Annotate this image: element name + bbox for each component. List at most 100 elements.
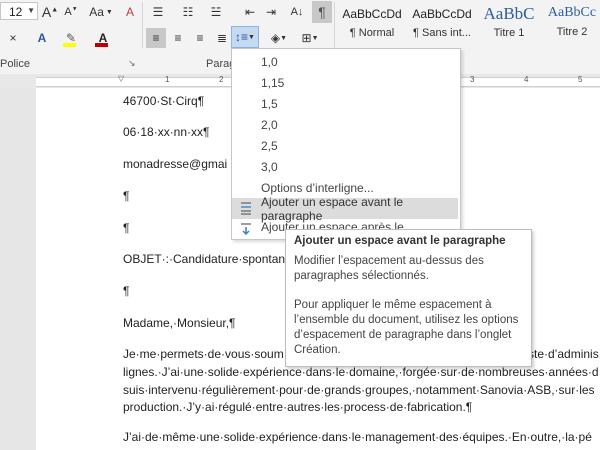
grow-font-icon: A▲	[41, 4, 59, 20]
menu-item-label: 1,5	[261, 96, 278, 111]
ruler-tick: 3	[470, 75, 475, 84]
align-center-icon: ≡	[174, 31, 182, 45]
style-sans-interligne[interactable]: AaBbCcDd ¶ Sans int...	[408, 2, 476, 46]
doc-line: 46700·St·Cirq¶	[123, 94, 205, 108]
ruler-tick: 5	[578, 75, 583, 84]
menu-item-label: 2,5	[261, 138, 278, 153]
menu-item-label: 3,0	[261, 159, 278, 174]
paint-bucket-icon: ◈	[270, 31, 281, 45]
tooltip-body-line: d’espacement de paragraphe dans l’onglet	[294, 329, 512, 341]
close-icon[interactable]: ×	[6, 28, 20, 48]
doc-line: suis·intervenu·régulièrement·pour·de·gra…	[123, 383, 595, 397]
menu-item-2-0[interactable]: 2,0	[232, 114, 458, 135]
tooltip-body-line: Pour appliquer le même espacement à	[294, 299, 492, 311]
chevron-down-icon: ▼	[248, 33, 255, 41]
doc-line-tail: ste·d’adminis	[528, 347, 599, 361]
borders-icon: ⊞	[301, 31, 312, 45]
doc-line: 06·18·xx·nn·xx¶	[123, 125, 210, 139]
menu-item-label: 1,0	[261, 54, 278, 69]
numbering-icon: ☷	[182, 5, 194, 19]
style-name: Titre 2	[556, 26, 588, 38]
space-after-icon	[238, 222, 254, 236]
justify-button[interactable]: ≣	[212, 28, 232, 48]
group-label-police: Police	[0, 58, 30, 70]
ruler-tick: 4	[524, 75, 529, 84]
menu-item-label: 2,0	[261, 117, 278, 132]
shrink-font-icon: A▼	[64, 6, 78, 18]
tooltip-desc-line: Modifier l’espacement au-dessus des	[294, 255, 484, 267]
menu-item-1-15[interactable]: 1,15	[232, 72, 458, 93]
font-color-bar	[95, 43, 108, 47]
align-left-button[interactable]: ≡	[146, 28, 166, 48]
menu-item-add-before[interactable]: Ajouter un espace avant le paragraphe	[232, 195, 458, 223]
align-right-button[interactable]: ≡	[190, 28, 210, 48]
justify-icon: ≣	[216, 31, 228, 45]
borders-button[interactable]: ⊞ ▼	[296, 28, 324, 48]
pilcrow-icon: ¶	[318, 4, 326, 20]
text-effects-icon: A	[37, 31, 47, 45]
tooltip: Ajouter un espace avant le paragraphe Mo…	[285, 229, 532, 367]
highlight-button[interactable]: ✎	[58, 28, 84, 48]
style-titre-2[interactable]: AaBbCc Titre 2	[544, 2, 600, 46]
chevron-down-icon: ▼	[27, 6, 35, 15]
doc-line: ¶	[123, 284, 130, 298]
style-sample: AaBbCc	[547, 5, 597, 20]
style-name: Titre 1	[493, 27, 525, 39]
menu-item-label: 1,15	[261, 75, 285, 90]
doc-line: monadresse@gmai	[123, 157, 228, 171]
change-case-button[interactable]: Aa ▼	[86, 2, 116, 22]
align-right-icon: ≡	[196, 31, 204, 45]
show-marks-button[interactable]: ¶	[312, 1, 332, 23]
align-center-button[interactable]: ≡	[168, 28, 188, 48]
align-left-icon: ≡	[152, 31, 160, 45]
chevron-down-icon: ▼	[105, 8, 113, 16]
menu-item-label: Options d’interligne...	[261, 180, 374, 195]
doc-line: Je·me·permets·de·vous·soum	[123, 347, 284, 361]
change-case-label: Aa	[89, 5, 104, 19]
menu-item-1-5[interactable]: 1,5	[232, 93, 458, 114]
menu-item-2-5[interactable]: 2,5	[232, 135, 458, 156]
numbering-button[interactable]: ☷	[176, 2, 200, 22]
style-titre-1[interactable]: AaBbC Titre 1	[476, 2, 542, 46]
bullets-icon: ☰	[152, 5, 164, 19]
dialog-launcher-icon[interactable]: ↘	[128, 58, 136, 69]
ruler-tick: 2	[219, 75, 224, 84]
clear-format-icon: A	[125, 5, 134, 19]
line-spacing-button[interactable]: ↕≡ ▼	[231, 26, 259, 48]
decrease-indent-button[interactable]: ⇤	[240, 2, 260, 22]
sort-icon: A↓	[290, 6, 304, 18]
tooltip-desc-line: paragraphes sélectionnés.	[294, 270, 429, 282]
tooltip-body-line: Création.	[294, 344, 341, 356]
grow-font-button[interactable]: A▲	[40, 2, 60, 22]
multilevel-list-icon: ☱	[210, 5, 222, 19]
style-name: ¶ Sans int...	[413, 27, 471, 39]
sort-button[interactable]: A↓	[286, 2, 308, 22]
indent-marker-icon[interactable]: ▽	[118, 74, 124, 83]
style-sample: AaBbC	[483, 4, 535, 23]
bullets-button[interactable]: ☰	[146, 2, 170, 22]
menu-item-1-0[interactable]: 1,0	[232, 51, 458, 72]
clear-format-button[interactable]: A	[120, 2, 140, 22]
font-size-value: 12	[9, 5, 23, 19]
line-spacing-menu: 1,0 1,15 1,5 2,0 2,5 3,0 Options d’inter…	[231, 48, 461, 240]
text-effects-button[interactable]: A	[34, 28, 50, 48]
decrease-indent-icon: ⇤	[244, 5, 256, 19]
menu-item-3-0[interactable]: 3,0	[232, 156, 458, 177]
increase-indent-button[interactable]: ⇥	[261, 2, 281, 22]
style-sample: AaBbCcDd	[412, 7, 472, 21]
style-sample: AaBbCcDd	[342, 7, 402, 21]
font-color-button[interactable]: A	[90, 28, 116, 48]
font-size-box[interactable]: 12 ▼	[0, 2, 38, 20]
style-normal[interactable]: AaBbCcDd ¶ Normal	[338, 2, 406, 46]
line-spacing-icon: ↕≡	[235, 30, 249, 44]
shading-button[interactable]: ◈ ▼	[266, 28, 292, 48]
tooltip-body-line: l’ensemble du document, utilisez les opt…	[294, 314, 519, 326]
highlight-color-bar	[63, 43, 76, 47]
doc-line: Madame,·Monsieur,¶	[123, 316, 236, 330]
doc-line: ¶	[123, 189, 130, 203]
shrink-font-button[interactable]: A▼	[61, 2, 81, 22]
multilevel-list-button[interactable]: ☱	[204, 2, 228, 22]
tooltip-title: Ajouter un espace avant le paragraphe	[294, 235, 506, 247]
doc-line: production.·J’y·ai·régulé·entre·autres·l…	[123, 400, 473, 414]
doc-line: J’ai·de·même·une·solide·expérience·dans·…	[123, 430, 592, 444]
